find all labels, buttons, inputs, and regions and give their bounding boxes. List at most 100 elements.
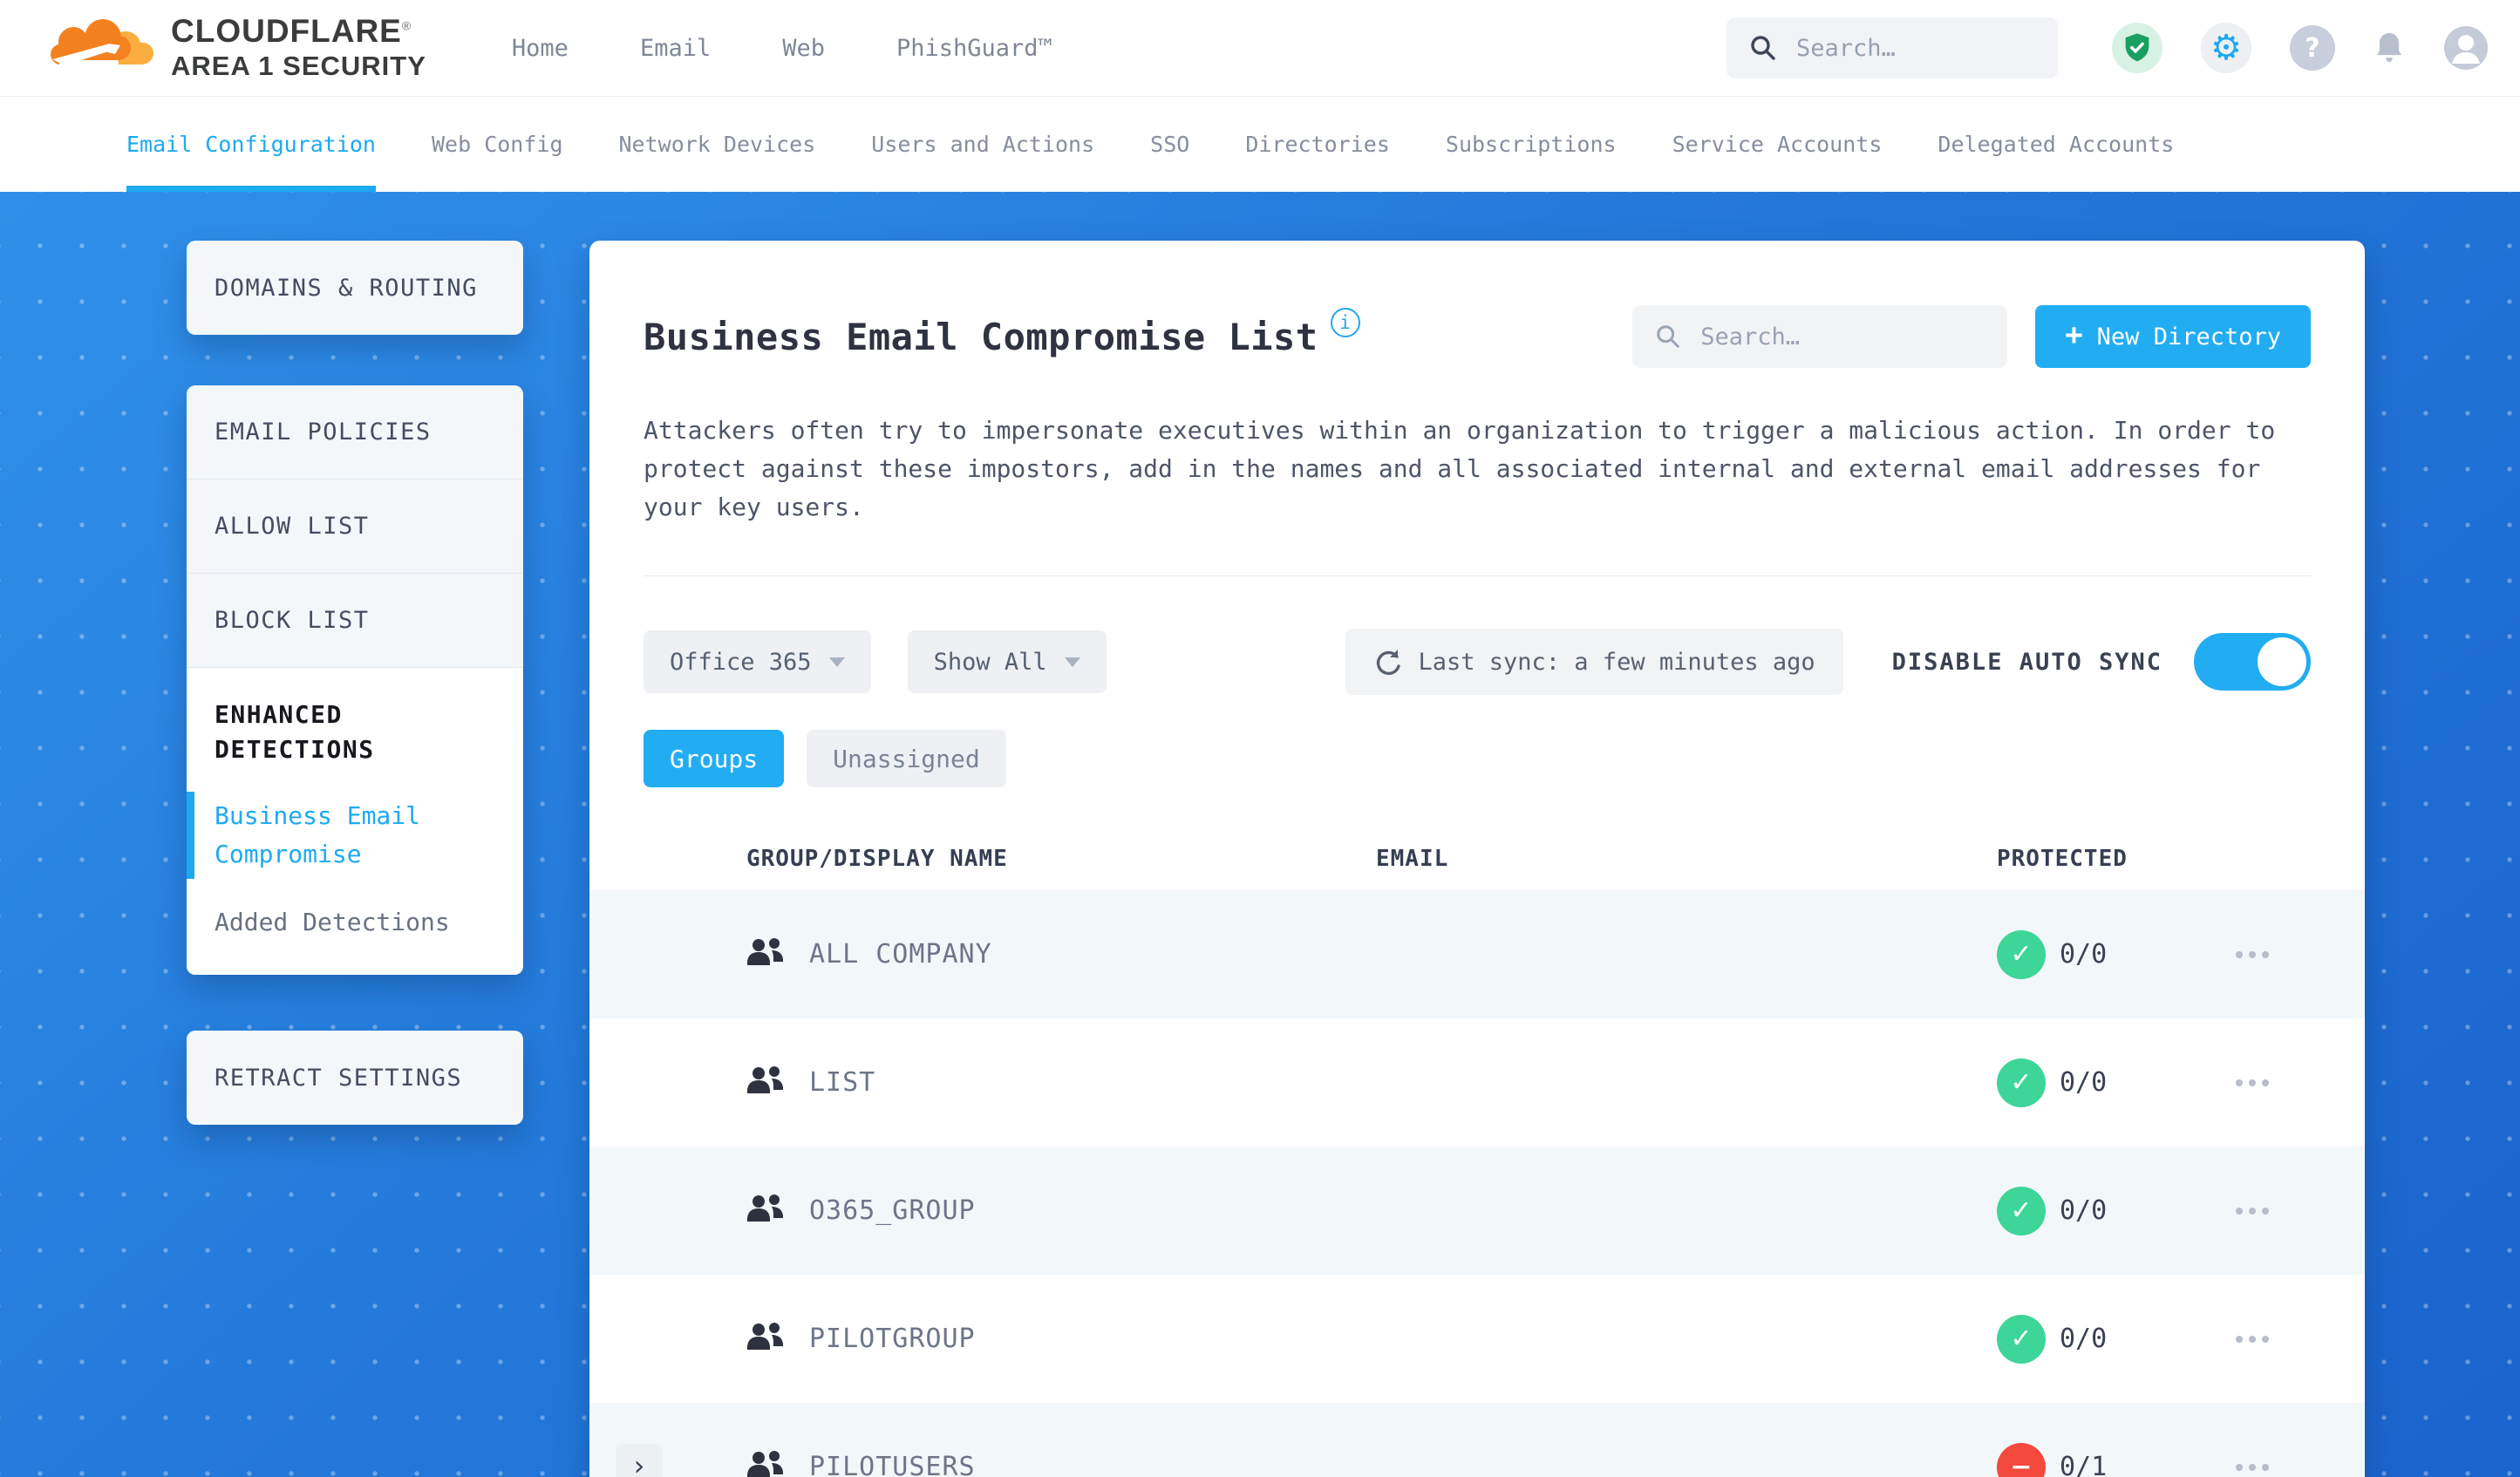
gear-icon[interactable]: ⚙ bbox=[2201, 23, 2251, 73]
page-description: Attackers often try to impersonate execu… bbox=[644, 416, 2276, 521]
active-indicator-bar bbox=[187, 792, 194, 879]
group-name: LIST bbox=[809, 1067, 876, 1098]
sidebar-item-block-list[interactable]: BLOCK LIST bbox=[187, 574, 523, 668]
sidebar-item-retract-settings[interactable]: RETRACT SETTINGS bbox=[187, 1031, 523, 1125]
chevron-down-icon bbox=[828, 657, 845, 667]
title-row: Business Email Compromise List i Search…… bbox=[644, 305, 2311, 368]
row-menu-button[interactable] bbox=[2227, 1071, 2278, 1095]
column-protected: PROTECTED bbox=[1997, 846, 2128, 872]
search-icon bbox=[1655, 323, 1681, 350]
top-navigation: Home Email Web PhishGuard™ bbox=[512, 35, 1052, 62]
protected-count: 0/0 bbox=[2060, 1067, 2108, 1098]
header-icon-group: ⚙ ? bbox=[2112, 23, 2489, 73]
table-row[interactable]: LIST ✓ 0/0 bbox=[589, 1018, 2365, 1147]
show-filter-dropdown[interactable]: Show All bbox=[907, 630, 1107, 693]
view-tabs: Groups Unassigned bbox=[644, 730, 2311, 787]
row-menu-button[interactable] bbox=[2227, 1327, 2278, 1351]
group-name: PILOTGROUP bbox=[809, 1324, 976, 1354]
protected-status-icon: ✓ bbox=[1997, 1314, 2046, 1364]
top-nav-email[interactable]: Email bbox=[640, 35, 711, 62]
bell-icon[interactable] bbox=[2374, 31, 2405, 65]
tab-network-devices[interactable]: Network Devices bbox=[619, 97, 816, 192]
column-group-display-name: GROUP/DISPLAY NAME bbox=[746, 846, 1008, 872]
tab-groups[interactable]: Groups bbox=[644, 730, 785, 787]
protected-status-icon: ✓ bbox=[1997, 1058, 2046, 1107]
sidebar-item-enhanced-detections[interactable]: ENHANCED DETECTIONS bbox=[187, 698, 396, 767]
table-row[interactable]: ALL COMPANY ✓ 0/0 bbox=[589, 890, 2365, 1018]
sidebar-policies-card: EMAIL POLICIES ALLOW LIST BLOCK LIST ENH… bbox=[187, 385, 523, 975]
sidebar-subitem-label: Business Email Compromise bbox=[215, 801, 421, 868]
group-icon bbox=[746, 1194, 786, 1229]
expand-row-button[interactable]: › bbox=[616, 1443, 663, 1477]
refresh-icon bbox=[1373, 647, 1403, 677]
workspace-background: DOMAINS & ROUTING EMAIL POLICIES ALLOW L… bbox=[0, 192, 2520, 1477]
directory-source-dropdown[interactable]: Office 365 bbox=[644, 630, 871, 693]
table-row[interactable]: › PILOTUSERS − 0/1 bbox=[589, 1403, 2365, 1477]
auto-sync-toggle[interactable] bbox=[2194, 633, 2311, 691]
tab-subscriptions[interactable]: Subscriptions bbox=[1446, 97, 1617, 192]
table-header-row: GROUP/DISPLAY NAME EMAIL PROTECTED bbox=[589, 827, 2365, 890]
expand-placeholder bbox=[616, 1059, 663, 1106]
table-row[interactable]: O365_GROUP ✓ 0/0 bbox=[589, 1147, 2365, 1275]
top-nav-web[interactable]: Web bbox=[782, 35, 825, 62]
show-filter-value: Show All bbox=[933, 648, 1047, 676]
protected-count: 0/0 bbox=[2060, 939, 2108, 970]
last-sync-button[interactable]: Last sync: a few minutes ago bbox=[1345, 629, 1843, 695]
cloudflare-cloud-icon bbox=[51, 18, 153, 77]
expand-placeholder bbox=[616, 1188, 663, 1235]
row-menu-button[interactable] bbox=[2227, 1455, 2278, 1477]
info-icon[interactable]: i bbox=[1330, 308, 1360, 337]
global-search-placeholder: Search… bbox=[1796, 34, 1896, 62]
sidebar-item-label: EMAIL POLICIES bbox=[215, 419, 432, 446]
top-nav-home[interactable]: Home bbox=[512, 35, 569, 62]
expand-cell: › bbox=[616, 1443, 663, 1477]
tab-email-configuration[interactable]: Email Configuration bbox=[126, 97, 376, 192]
help-glyph: ? bbox=[2305, 32, 2320, 64]
sidebar-item-added-detections[interactable]: Added Detections bbox=[187, 903, 523, 942]
settings-sidebar: DOMAINS & ROUTING EMAIL POLICIES ALLOW L… bbox=[187, 241, 523, 1125]
sidebar-item-domains-routing[interactable]: DOMAINS & ROUTING bbox=[187, 241, 523, 335]
tab-delegated-accounts[interactable]: Delegated Accounts bbox=[1938, 97, 2174, 192]
sidebar-item-allow-list[interactable]: ALLOW LIST bbox=[187, 480, 523, 574]
group-name: ALL COMPANY bbox=[809, 939, 992, 970]
search-icon bbox=[1749, 34, 1777, 62]
new-directory-label: New Directory bbox=[2096, 323, 2281, 351]
group-name: O365_GROUP bbox=[809, 1195, 976, 1226]
top-nav-phishguard[interactable]: PhishGuard™ bbox=[896, 35, 1052, 62]
tab-directories[interactable]: Directories bbox=[1245, 97, 1390, 192]
table-row[interactable]: PILOTGROUP ✓ 0/0 bbox=[589, 1275, 2365, 1403]
protected-count: 0/0 bbox=[2060, 1324, 2108, 1354]
disable-auto-sync-label: DISABLE AUTO SYNC bbox=[1891, 648, 2162, 676]
sidebar-section-enhanced-detections: ENHANCED DETECTIONS Business Email Compr… bbox=[187, 668, 523, 975]
tab-sso[interactable]: SSO bbox=[1150, 97, 1189, 192]
tab-service-accounts[interactable]: Service Accounts bbox=[1672, 97, 1883, 192]
groups-table: GROUP/DISPLAY NAME EMAIL PROTECTED ALL C… bbox=[589, 827, 2365, 1477]
sidebar-item-business-email-compromise[interactable]: Business Email Compromise bbox=[187, 792, 523, 879]
expand-placeholder bbox=[616, 1316, 663, 1363]
new-directory-button[interactable]: + New Directory bbox=[2035, 305, 2311, 368]
sidebar-subitem-label: Added Detections bbox=[215, 908, 450, 936]
shield-check-icon[interactable] bbox=[2112, 23, 2162, 73]
global-search-input[interactable]: Search… bbox=[1727, 17, 2058, 78]
business-email-compromise-panel: Business Email Compromise List i Search…… bbox=[589, 241, 2365, 1477]
top-bar: CLOUDFLARE® AREA 1 SECURITY Home Email W… bbox=[0, 0, 2520, 96]
cloudflare-logo[interactable]: CLOUDFLARE® AREA 1 SECURITY bbox=[51, 14, 426, 80]
directory-search-placeholder: Search… bbox=[1700, 323, 1800, 351]
tab-unassigned[interactable]: Unassigned bbox=[807, 730, 1006, 787]
row-menu-button[interactable] bbox=[2227, 943, 2278, 967]
sidebar-item-label: DOMAINS & ROUTING bbox=[215, 274, 478, 302]
tab-web-config[interactable]: Web Config bbox=[432, 97, 563, 192]
page-title: Business Email Compromise List bbox=[644, 315, 1318, 358]
row-menu-button[interactable] bbox=[2227, 1199, 2278, 1223]
directory-search-input[interactable]: Search… bbox=[1632, 305, 2008, 368]
sidebar-item-label: RETRACT SETTINGS bbox=[215, 1064, 463, 1092]
blocked-status-icon: − bbox=[1997, 1442, 2046, 1477]
help-icon[interactable]: ? bbox=[2290, 25, 2335, 71]
logo-text: CLOUDFLARE® AREA 1 SECURITY bbox=[171, 14, 426, 80]
group-icon bbox=[746, 1322, 786, 1357]
group-icon bbox=[746, 937, 786, 972]
user-icon[interactable] bbox=[2443, 25, 2489, 71]
sidebar-item-email-policies[interactable]: EMAIL POLICIES bbox=[187, 385, 523, 480]
chevron-right-icon: › bbox=[633, 1448, 645, 1477]
tab-users-and-actions[interactable]: Users and Actions bbox=[871, 97, 1094, 192]
